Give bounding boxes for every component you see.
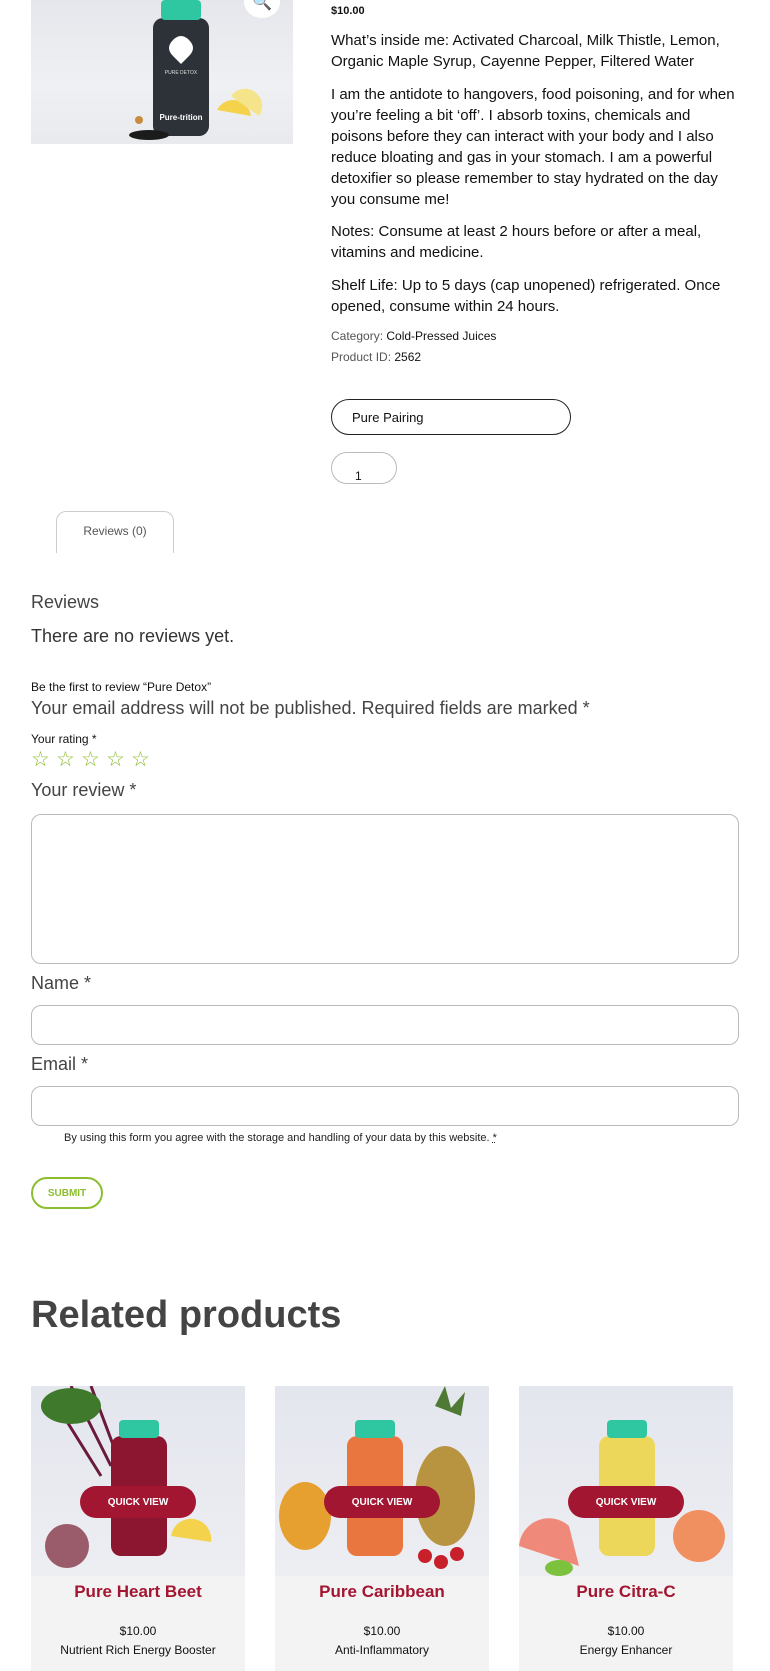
product-shelf-life: Shelf Life: Up to 5 days (cap unopened) … xyxy=(331,277,721,315)
product-card[interactable]: QUICK VIEW Pure Citra-C $10.00 Energy En… xyxy=(519,1386,733,1671)
quantity-input[interactable]: 1 xyxy=(331,452,397,484)
product-card-name[interactable]: Pure Heart Beet xyxy=(31,1582,245,1602)
consent-text: By using this form you agree with the st… xyxy=(64,1132,497,1144)
rating-stars: ☆ ☆ ☆ ☆ ☆ xyxy=(31,749,150,770)
consent-label: By using this form you agree with the st… xyxy=(64,1132,490,1144)
email-field[interactable] xyxy=(31,1086,739,1126)
product-card-subtitle: Nutrient Rich Energy Booster xyxy=(60,1643,216,1657)
bottle-label: PURE DETOX xyxy=(165,70,198,76)
quick-view-button[interactable]: QUICK VIEW xyxy=(80,1486,196,1518)
product-card[interactable]: QUICK VIEW Pure Caribbean $10.00 Anti-In… xyxy=(275,1386,489,1671)
product-description: I am the antidote to hangovers, food poi… xyxy=(331,86,735,208)
product-card[interactable]: QUICK VIEW Pure Heart Beet $10.00 Nutrie… xyxy=(31,1386,245,1671)
star-icon-2[interactable]: ☆ xyxy=(56,749,75,770)
product-card-subtitle: Energy Enhancer xyxy=(579,1643,673,1657)
product-id-label: Product ID: xyxy=(331,350,392,364)
product-card-image[interactable]: QUICK VIEW xyxy=(519,1386,733,1576)
review-textarea[interactable] xyxy=(31,814,739,964)
quick-view-button[interactable]: QUICK VIEW xyxy=(568,1486,684,1518)
star-icon-3[interactable]: ☆ xyxy=(81,749,100,770)
product-card-name[interactable]: Pure Citra-C xyxy=(519,1582,733,1602)
name-label: Name * xyxy=(31,973,92,993)
product-card-image[interactable]: QUICK VIEW xyxy=(275,1386,489,1576)
no-reviews-text: There are no reviews yet. xyxy=(31,626,235,646)
product-id: Product ID: 2562 xyxy=(331,350,421,364)
pairing-select[interactable]: Pure Pairing xyxy=(331,399,571,435)
first-review-title: Be the first to review “Pure Detox” xyxy=(31,680,212,694)
related-heading: Related products xyxy=(31,1294,342,1336)
tab-reviews[interactable]: Reviews (0) xyxy=(56,511,174,553)
product-id-value: 2562 xyxy=(394,350,422,364)
name-field[interactable] xyxy=(31,1005,739,1045)
product-image[interactable]: PURE DETOX Pure-trition xyxy=(31,0,293,144)
magnifier-icon: 🔍 xyxy=(252,0,272,11)
star-icon-5[interactable]: ☆ xyxy=(131,749,150,770)
email-notice: Your email address will not be published… xyxy=(31,698,590,718)
email-label: Email * xyxy=(31,1054,89,1074)
category-link[interactable]: Cold-Pressed Juices xyxy=(386,329,496,343)
product-card-name[interactable]: Pure Caribbean xyxy=(275,1582,489,1602)
product-card-subtitle: Anti-Inflammatory xyxy=(334,1643,430,1657)
submit-button[interactable]: SUBMIT xyxy=(31,1177,103,1209)
category-label: Category: xyxy=(331,329,384,343)
product-notes: Notes: Consume at least 2 hours before o… xyxy=(331,223,702,261)
product-ingredients: What’s inside me: Activated Charcoal, Mi… xyxy=(331,32,720,70)
consent-required: * xyxy=(492,1132,497,1144)
product-price: $10.00 xyxy=(331,5,365,17)
product-card-price: $10.00 xyxy=(363,1624,401,1638)
review-label: Your review * xyxy=(31,780,137,800)
product-category: Category: Cold-Pressed Juices xyxy=(331,329,496,343)
product-card-image[interactable]: QUICK VIEW xyxy=(31,1386,245,1576)
rating-label: Your rating * xyxy=(31,732,97,746)
quick-view-button[interactable]: QUICK VIEW xyxy=(324,1486,440,1518)
reviews-heading: Reviews xyxy=(31,592,100,612)
product-card-price: $10.00 xyxy=(607,1624,645,1638)
product-card-price: $10.00 xyxy=(119,1624,157,1638)
bottle-brand: Pure-trition xyxy=(159,113,202,122)
star-icon-4[interactable]: ☆ xyxy=(106,749,125,770)
star-icon-1[interactable]: ☆ xyxy=(31,749,50,770)
